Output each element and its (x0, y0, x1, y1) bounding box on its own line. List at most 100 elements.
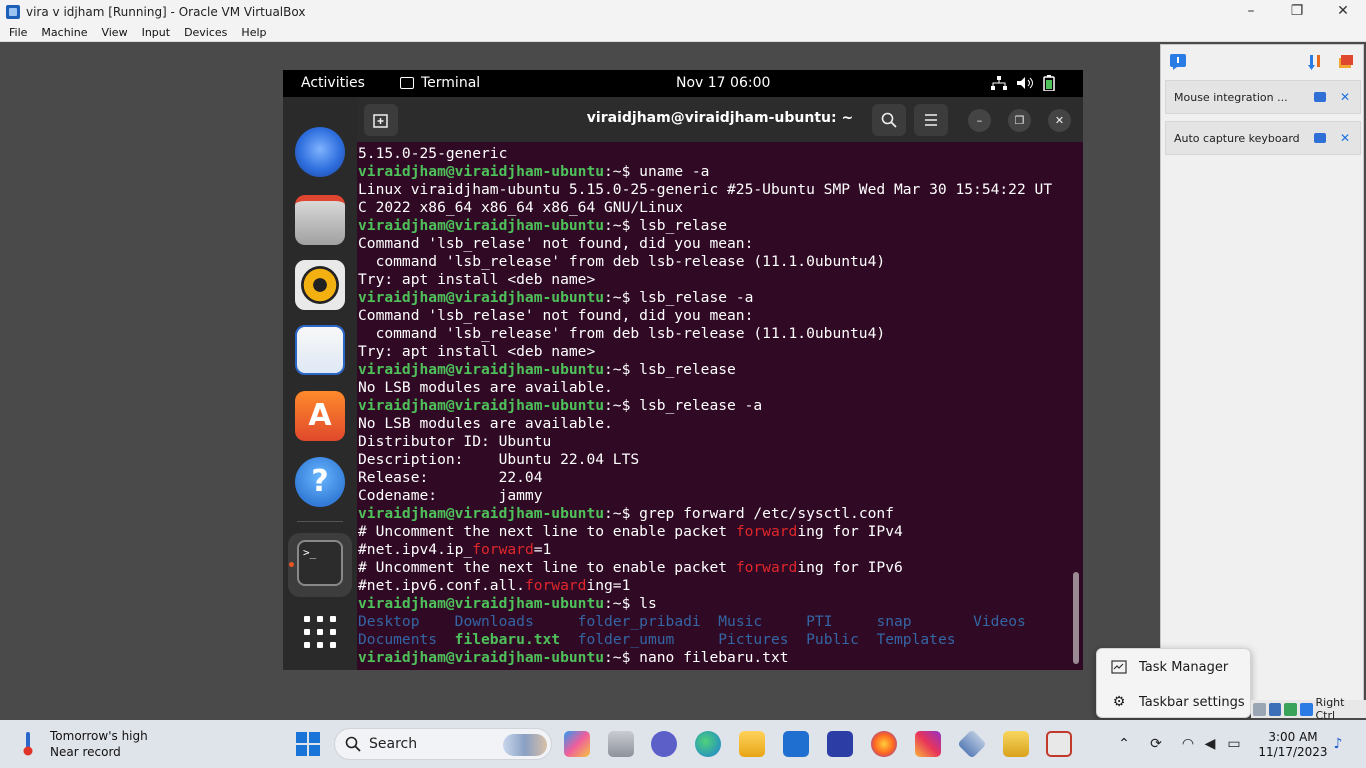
notification-bell-icon[interactable]: ♪ (1330, 736, 1346, 752)
ubuntu-software-icon[interactable]: A (295, 391, 345, 441)
wifi-icon[interactable]: ◠ (1180, 736, 1196, 752)
thunderbird-icon[interactable] (295, 127, 345, 177)
copilot-icon[interactable] (564, 731, 590, 757)
prompt-suffix: :~$ (604, 163, 640, 180)
close-icon[interactable]: ✕ (1340, 131, 1350, 145)
minimize-button[interactable]: – (1228, 0, 1274, 23)
search-icon (345, 736, 361, 752)
close-button[interactable]: ✕ (1320, 0, 1366, 23)
terminal-window[interactable]: viraidjham@viraidjham-ubuntu: ~ – ❐ ✕ 5.… (357, 97, 1083, 670)
recorder-icon[interactable] (1046, 731, 1072, 757)
storage-status-icon[interactable] (1253, 702, 1266, 716)
terminal-line: viraidjham@viraidjham-ubuntu:~$ uname -a (358, 163, 1072, 181)
virtualbox-app-icon (6, 4, 20, 19)
update-icon[interactable]: ⟳ (1148, 736, 1164, 752)
menu-devices[interactable]: Devices (175, 26, 232, 39)
clear-notifications-icon[interactable] (1337, 53, 1355, 71)
ls-directory: PTI (806, 613, 877, 630)
search-highlight-image (503, 734, 547, 756)
terminal-output[interactable]: 5.15.0-25-generic viraidjham@viraidjham-u… (358, 145, 1072, 670)
gnome-system-tray[interactable] (991, 75, 1055, 91)
task-manager-menu-item[interactable]: Task Manager (1097, 650, 1252, 684)
app-launcher-icon[interactable] (827, 731, 853, 757)
terminal-line: Documents filebaru.txt folder_umum Pictu… (358, 631, 1072, 649)
chevron-up-icon[interactable]: ⌃ (1116, 736, 1132, 752)
terminal-close-button[interactable]: ✕ (1048, 109, 1071, 132)
terminal-line: Try: apt install <deb name> (358, 343, 1072, 361)
notice-mouse-integration[interactable]: Mouse integration ... ✕ (1165, 80, 1361, 114)
prompt-suffix: :~$ (604, 217, 640, 234)
prompt-user: viraidjham@viraidjham-ubuntu (358, 595, 605, 612)
output-text: Release: 22.04 (358, 469, 543, 486)
prompt-user: viraidjham@viraidjham-ubuntu (358, 361, 605, 378)
teams-chat-icon[interactable] (651, 731, 677, 757)
command-text: nano filebaru.txt (639, 649, 789, 666)
terminal-minimize-button[interactable]: – (968, 109, 991, 132)
pin-icon[interactable] (1314, 92, 1326, 102)
command-text: lsb_release (639, 361, 736, 378)
terminal-line: No LSB modules are available. (358, 379, 1072, 397)
mail-icon[interactable] (783, 731, 809, 757)
grep-match: forward (735, 523, 798, 540)
weather-widget[interactable]: Tomorrow's high Near record (20, 727, 220, 763)
clock-date: 11/17/2023 (1258, 745, 1328, 759)
vm-display[interactable]: Activities Terminal Nov 17 06:00 A ? >_ (283, 70, 1083, 670)
libreoffice-writer-icon[interactable] (295, 325, 345, 375)
activities-button[interactable]: Activities (301, 75, 365, 91)
ls-directory: Pictures (718, 631, 807, 648)
terminal-line: command 'lsb_release' from deb lsb-relea… (358, 325, 1072, 343)
help-icon[interactable]: ? (295, 457, 345, 507)
notice-keyboard-capture[interactable]: Auto capture keyboard ... ✕ (1165, 121, 1361, 155)
file-explorer-icon[interactable] (739, 731, 765, 757)
speaker-icon[interactable]: ◀ (1202, 736, 1218, 752)
taskbar-clock[interactable]: 3:00 AM 11/17/2023 (1253, 730, 1333, 760)
menu-help[interactable]: Help (232, 26, 271, 39)
ls-directory: Documents (358, 631, 455, 648)
ls-file: filebaru.txt (454, 631, 578, 648)
show-apps-icon[interactable] (304, 616, 336, 648)
prompt-suffix: :~$ (604, 397, 640, 414)
ls-directory: Downloads (454, 613, 578, 630)
output-text: Try: apt install <deb name> (358, 271, 596, 288)
taskbar-search[interactable]: Search (334, 728, 552, 760)
taskbar-settings-menu-item[interactable]: ⚙ Taskbar settings (1097, 685, 1252, 719)
output-text: Codename: jammy (358, 487, 543, 504)
output-text: ing for IPv6 (797, 559, 903, 576)
keyboard-capture-icon[interactable] (1299, 702, 1313, 716)
menu-view[interactable]: View (92, 26, 132, 39)
instagram-icon[interactable] (915, 731, 941, 757)
task-view-icon[interactable] (608, 731, 634, 757)
battery-icon[interactable]: ▭ (1226, 736, 1242, 752)
notepad-icon[interactable] (1003, 731, 1029, 757)
rhythmbox-icon[interactable] (295, 260, 345, 310)
search-button[interactable] (872, 104, 906, 136)
shared-folders-icon[interactable] (1284, 702, 1297, 716)
gnome-clock[interactable]: Nov 17 06:00 (676, 75, 770, 91)
files-icon[interactable] (295, 195, 345, 245)
hamburger-icon (925, 114, 937, 126)
output-text: # Uncomment the next line to enable pack… (358, 523, 736, 540)
pin-icon[interactable] (1314, 133, 1326, 143)
gnome-top-bar: Activities Terminal Nov 17 06:00 (283, 70, 1083, 97)
terminal-maximize-button[interactable]: ❐ (1008, 109, 1031, 132)
sort-icon[interactable] (1307, 53, 1325, 71)
firefox-icon[interactable] (871, 731, 897, 757)
menu-input[interactable]: Input (133, 26, 175, 39)
vbox-status-bar: Right Ctrl (1251, 696, 1366, 722)
prompt-suffix: :~$ (604, 289, 640, 306)
app-name: Terminal (421, 75, 481, 91)
app-menu-terminal[interactable]: Terminal (400, 75, 480, 91)
edge-icon[interactable] (695, 731, 721, 757)
menu-file[interactable]: File (0, 26, 32, 39)
usb-status-icon[interactable] (1268, 702, 1282, 716)
start-icon[interactable] (296, 732, 320, 756)
terminal-line: viraidjham@viraidjham-ubuntu:~$ lsb_rela… (358, 217, 1072, 235)
terminal-scrollbar[interactable] (1073, 572, 1079, 664)
notification-center-icon[interactable] (1169, 53, 1187, 71)
terminal-line: Command 'lsb_relase' not found, did you … (358, 235, 1072, 253)
menu-machine[interactable]: Machine (32, 26, 92, 39)
close-icon[interactable]: ✕ (1340, 90, 1350, 104)
terminal-dock-icon[interactable]: >_ (297, 540, 343, 586)
menu-button[interactable] (914, 104, 948, 136)
restore-button[interactable]: ❐ (1274, 0, 1320, 23)
